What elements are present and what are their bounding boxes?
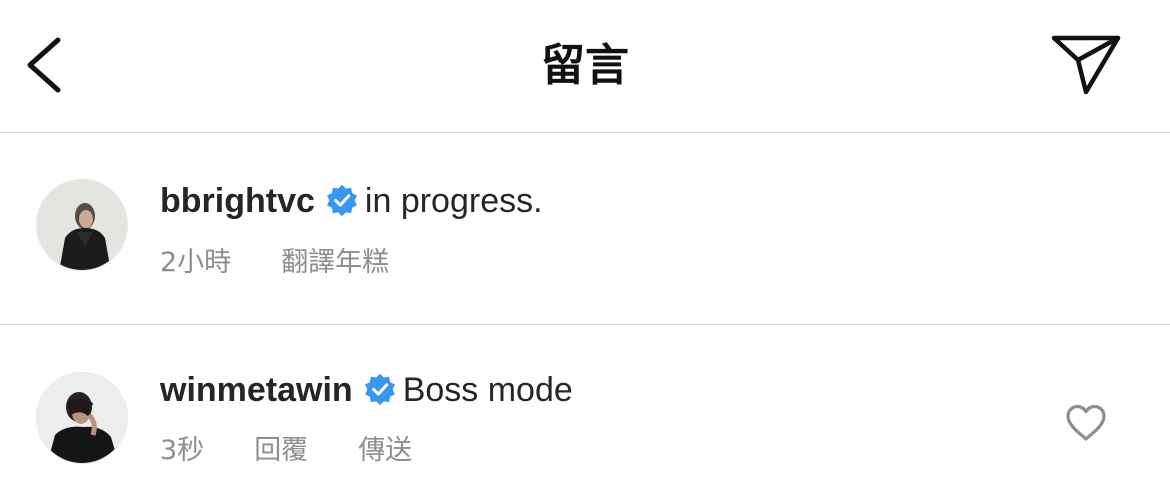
comment-timestamp: 2小時	[160, 247, 232, 278]
username[interactable]: bbrightvc	[160, 182, 315, 220]
share-button[interactable]	[1046, 30, 1126, 100]
top-bar: 留言	[0, 0, 1170, 132]
heart-outline-icon	[1066, 404, 1106, 441]
avatar[interactable]	[36, 179, 128, 271]
comment-meta: 3秒 回覆 傳送	[160, 433, 412, 469]
comment-line: bbrightvc in progress.	[160, 179, 543, 223]
verified-badge-icon	[364, 373, 395, 406]
send-button[interactable]: 傳送	[358, 433, 412, 469]
comment-timestamp: 3秒	[160, 435, 205, 466]
avatar[interactable]	[36, 372, 128, 464]
comment-line: winmetawin Boss mode	[160, 368, 573, 412]
username[interactable]: winmetawin	[160, 371, 353, 409]
translate-button[interactable]: 翻譯年糕	[281, 245, 389, 281]
paper-plane-icon	[1051, 35, 1121, 95]
comment-meta: 2小時 翻譯年糕	[160, 245, 389, 281]
like-button[interactable]	[1064, 403, 1108, 443]
page-title: 留言	[541, 40, 629, 91]
comment-text: Boss mode	[402, 371, 573, 409]
verified-badge-icon	[326, 184, 357, 217]
comment-item: winmetawin Boss mode 3秒 回覆 傳送	[0, 325, 1170, 496]
comment-item: bbrightvc in progress. 2小時 翻譯年糕	[0, 133, 1170, 324]
reply-button[interactable]: 回覆	[254, 433, 308, 469]
comment-text: in progress.	[364, 182, 543, 220]
